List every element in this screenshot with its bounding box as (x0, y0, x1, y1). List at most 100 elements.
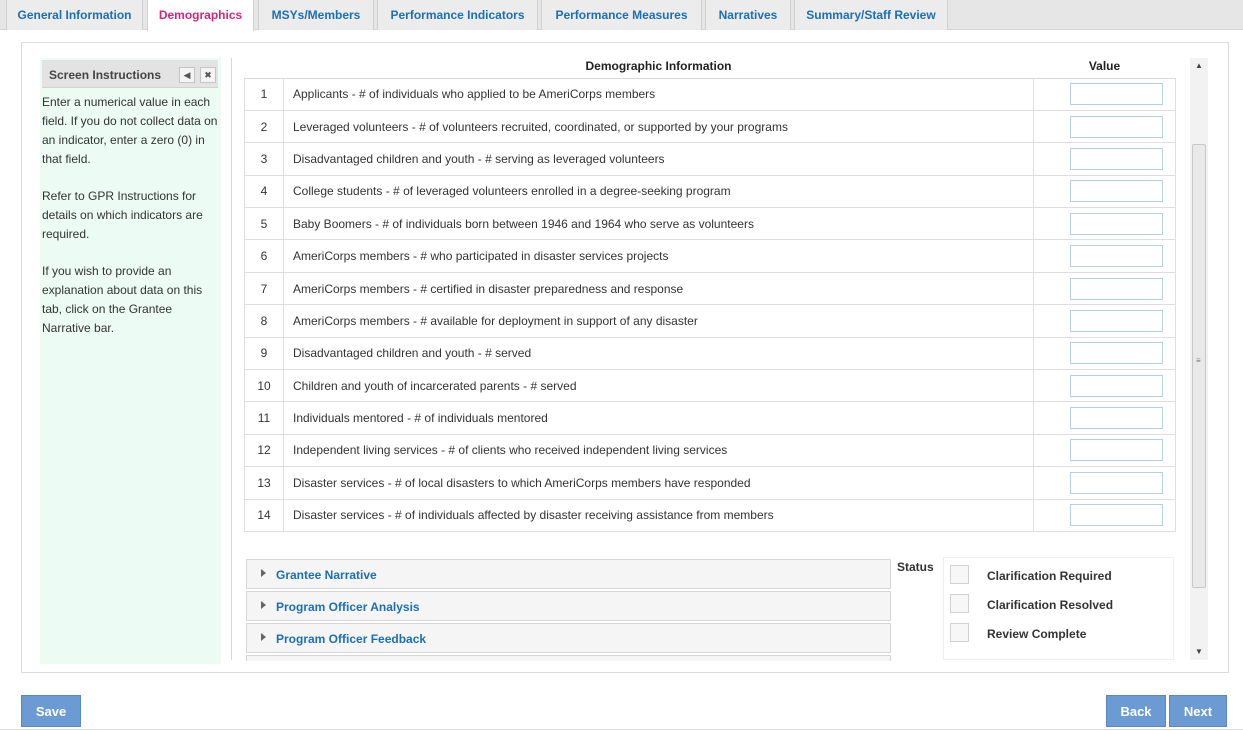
value-input[interactable] (1070, 309, 1163, 332)
triangle-up-icon[interactable]: ▲ (1190, 58, 1208, 74)
close-panel-button[interactable]: ✖ (200, 67, 216, 83)
instructions-header: Screen Instructions ◀ ✖ (42, 60, 218, 88)
row-description: Disaster services - # of individuals aff… (283, 498, 1034, 532)
tab-summary-staff-review[interactable]: Summary/Staff Review (794, 0, 948, 30)
value-input[interactable] (1070, 439, 1163, 462)
row-description: Disadvantaged children and youth - # ser… (283, 336, 1034, 371)
value-cell (1033, 401, 1176, 435)
table-row: 10 Children and youth of incarcerated par… (244, 369, 1176, 403)
instructions-paragraph: Refer to GPR Instructions for details on… (42, 189, 203, 241)
instructions-text: Enter a numerical value in each field. I… (42, 93, 220, 356)
table-row: 9 Disadvantaged children and youth - # se… (244, 336, 1176, 371)
next-button[interactable]: Next (1169, 695, 1227, 727)
table-row: 12 Independent living services - # of cli… (244, 433, 1176, 468)
bottom-divider (0, 729, 1243, 730)
checkbox-label: Clarification Required (987, 569, 1112, 583)
row-description: Applicants - # of individuals who applie… (283, 77, 1034, 111)
triangle-down-icon[interactable]: ▼ (1190, 644, 1208, 660)
value-input[interactable] (1070, 245, 1163, 268)
row-number: 9 (244, 336, 284, 371)
row-number: 1 (244, 77, 284, 111)
value-cell (1033, 369, 1176, 403)
accordion-label: Program Officer Feedback (276, 632, 427, 646)
value-input[interactable] (1070, 504, 1163, 527)
status-panel: Clarification Required Clarification Res… (943, 557, 1174, 660)
row-description: Independent living services - # of clien… (283, 433, 1034, 468)
row-description: Individuals mentored - # of individuals … (283, 401, 1034, 435)
row-description: AmeriCorps members - # available for dep… (283, 304, 1034, 338)
status-label: Status (897, 560, 934, 574)
value-cell (1033, 336, 1176, 371)
back-button[interactable]: Back (1106, 695, 1166, 727)
table-row: 14 Disaster services - # of individuals a… (244, 498, 1176, 532)
value-input[interactable] (1070, 471, 1163, 494)
value-input[interactable] (1070, 83, 1163, 106)
review-complete-checkbox[interactable] (950, 623, 969, 642)
value-input[interactable] (1070, 407, 1163, 430)
tab-general-information[interactable]: General Information (6, 0, 143, 30)
value-cell (1033, 433, 1176, 468)
value-input[interactable] (1070, 180, 1163, 203)
table-row: 13 Disaster services - # of local disaste… (244, 466, 1176, 500)
row-number: 10 (244, 369, 284, 403)
triangle-right-icon (261, 569, 266, 577)
row-number: 11 (244, 401, 284, 435)
value-cell (1033, 77, 1176, 111)
header-number (244, 54, 284, 79)
tab-bar: General Information Demographics MSYs/Me… (0, 0, 1243, 31)
program-officer-feedback-bar[interactable]: Program Officer Feedback (246, 623, 891, 653)
table-row: 4 College students - # of leveraged volun… (244, 174, 1176, 209)
tab-narratives[interactable]: Narratives (705, 0, 791, 30)
save-button[interactable]: Save (21, 695, 81, 727)
value-input[interactable] (1070, 374, 1163, 397)
accordion-label: Program Officer Analysis (276, 600, 420, 614)
tab-performance-measures[interactable]: Performance Measures (541, 0, 702, 30)
panel-divider (231, 58, 232, 660)
value-input[interactable] (1070, 277, 1163, 300)
collapse-panel-button[interactable]: ◀ (179, 67, 195, 83)
vertical-scrollbar[interactable]: ▲ ≡ ▼ (1190, 58, 1208, 660)
row-number: 13 (244, 466, 284, 500)
close-icon: ✖ (204, 70, 212, 80)
row-number: 12 (244, 433, 284, 468)
row-number: 4 (244, 174, 284, 209)
accordion-bar-partial (246, 655, 891, 661)
triangle-left-icon: ◀ (183, 70, 191, 80)
row-number: 8 (244, 304, 284, 338)
value-cell (1033, 498, 1176, 532)
triangle-right-icon (261, 601, 266, 609)
grip-icon: ≡ (1196, 356, 1201, 365)
scrollbar-thumb[interactable]: ≡ (1192, 144, 1206, 588)
row-description: College students - # of leveraged volunt… (283, 174, 1034, 209)
program-officer-analysis-bar[interactable]: Program Officer Analysis (246, 591, 891, 621)
value-cell (1033, 304, 1176, 338)
row-number: 2 (244, 109, 284, 144)
row-description: AmeriCorps members - # who participated … (283, 239, 1034, 273)
demographics-table: Demographic Information Value 1 Applicant… (244, 54, 1176, 532)
screen-instructions-panel: Screen Instructions ◀ ✖ Enter a numerica… (40, 58, 221, 664)
value-input[interactable] (1070, 115, 1163, 138)
tab-demographics[interactable]: Demographics (147, 0, 254, 31)
tab-performance-indicators[interactable]: Performance Indicators (377, 0, 538, 30)
value-input[interactable] (1070, 342, 1163, 365)
value-cell (1033, 271, 1176, 306)
clarification-required-checkbox[interactable] (950, 565, 969, 584)
value-cell (1033, 142, 1176, 176)
value-cell (1033, 466, 1176, 500)
value-cell (1033, 239, 1176, 273)
grantee-narrative-bar[interactable]: Grantee Narrative (246, 559, 891, 589)
row-number: 7 (244, 271, 284, 306)
row-description: Leveraged volunteers - # of volunteers r… (283, 109, 1034, 144)
value-input[interactable] (1070, 212, 1163, 235)
row-description: AmeriCorps members - # certified in disa… (283, 271, 1034, 306)
table-row: 3 Disadvantaged children and youth - # se… (244, 142, 1176, 176)
row-description: Children and youth of incarcerated paren… (283, 369, 1034, 403)
table-row: 5 Baby Boomers - # of individuals born be… (244, 207, 1176, 241)
header-demographic-information: Demographic Information (283, 54, 1034, 79)
row-number: 14 (244, 498, 284, 532)
value-cell (1033, 109, 1176, 144)
table-row: 6 AmeriCorps members - # who participated… (244, 239, 1176, 273)
value-input[interactable] (1070, 147, 1163, 170)
clarification-resolved-checkbox[interactable] (950, 594, 969, 613)
tab-msys-members[interactable]: MSYs/Members (258, 0, 374, 30)
